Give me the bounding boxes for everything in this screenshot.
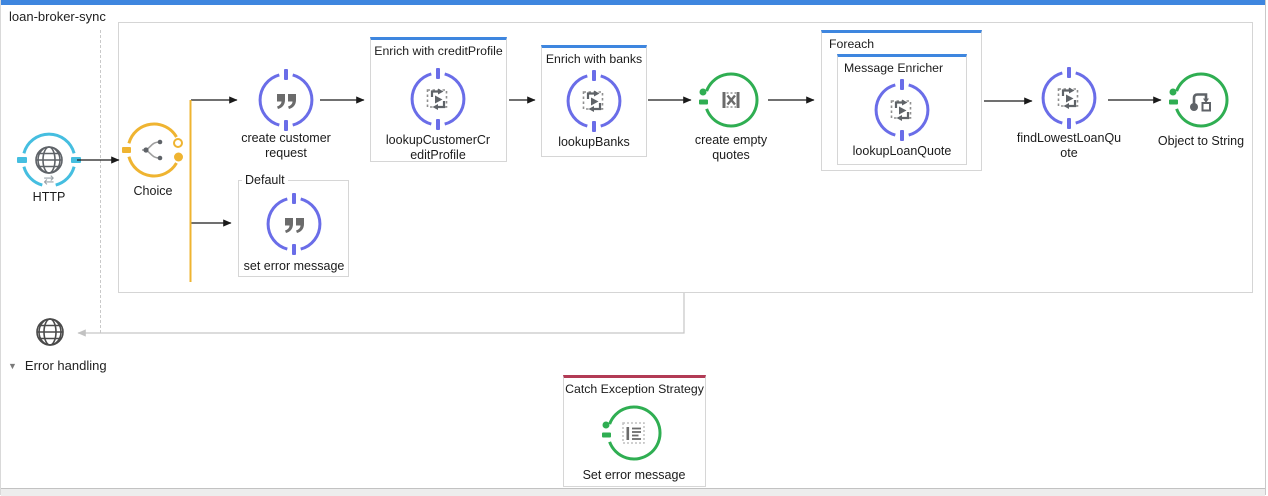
node-label: findLowestLoanQu ote <box>994 131 1144 161</box>
error-handling-label: Error handling <box>25 358 107 373</box>
processor-ring <box>870 78 934 142</box>
flow-ref-node-lookup-loan-quote[interactable] <box>870 78 934 147</box>
set-payload-icon <box>277 94 296 109</box>
processor-ring <box>262 192 326 256</box>
scope-title: Foreach <box>822 33 981 51</box>
exchange-icon: ⇄ <box>44 172 55 188</box>
message-document-icon <box>623 423 644 443</box>
scope-title: Default <box>242 173 288 187</box>
choice-ring <box>122 118 186 182</box>
flow-ref-node-lookup-banks[interactable] <box>562 69 626 138</box>
choice-node[interactable] <box>122 118 186 187</box>
scope-title: Catch Exception Strategy <box>564 378 705 396</box>
transformer-node-object-to-string[interactable] <box>1169 68 1233 137</box>
processor-ring <box>254 68 318 132</box>
expression-node-create-empty-quotes[interactable] <box>699 68 763 137</box>
processor-ring <box>562 69 626 133</box>
node-label: set error message <box>219 259 369 274</box>
node-label: lookupBanks <box>519 135 669 150</box>
source-response-dashed-line <box>100 30 101 333</box>
node-label: Object to String <box>1126 134 1268 149</box>
node-label: lookupLoanQuote <box>827 144 977 159</box>
scope-title: Enrich with creditProfile <box>371 40 506 58</box>
flow-ref-node-lookup-credit-profile[interactable] <box>406 67 470 136</box>
node-label: lookupCustomerCr editProfile <box>363 133 513 163</box>
flow-canvas: loan-broker-sync Enrich with creditProfi… <box>0 0 1266 495</box>
object-to-string-icon <box>1190 95 1210 112</box>
response-connector <box>78 293 684 333</box>
flow-ref-icon <box>1059 88 1078 110</box>
flow-ref-icon <box>584 91 603 113</box>
flow-ref-icon <box>428 89 447 111</box>
processor-ring <box>1037 66 1101 130</box>
expression-x-icon <box>723 92 740 108</box>
globe-icon <box>32 314 68 350</box>
node-label: create empty quotes <box>656 133 806 163</box>
processor-ring <box>406 67 470 131</box>
node-label: create customer request <box>211 131 361 161</box>
set-payload-node-create-customer-request[interactable] <box>254 68 318 137</box>
transformer-ring <box>1169 68 1233 132</box>
set-payload-node-catch-set-error-message[interactable] <box>602 401 666 470</box>
flow-title: loan-broker-sync <box>9 9 106 24</box>
editor-tab-highlight <box>1 0 1265 5</box>
expression-ring <box>699 68 763 132</box>
choice-icon <box>142 140 162 161</box>
response-endpoint-node[interactable] <box>32 314 68 355</box>
error-handling-toggle[interactable]: ▼ Error handling <box>8 358 107 373</box>
globe-icon <box>36 147 62 173</box>
node-label: Set error message <box>559 468 709 483</box>
node-label: Choice <box>78 184 228 199</box>
scope-title: Enrich with banks <box>542 48 646 66</box>
set-payload-node-set-error-message[interactable] <box>262 192 326 261</box>
flow-ref-icon <box>892 100 911 122</box>
catch-ring <box>602 401 666 465</box>
scope-title: Message Enricher <box>838 57 966 75</box>
set-payload-icon <box>285 218 304 233</box>
collapse-triangle-icon: ▼ <box>8 361 17 371</box>
flow-ref-node-find-lowest-loan-quote[interactable] <box>1037 66 1101 135</box>
